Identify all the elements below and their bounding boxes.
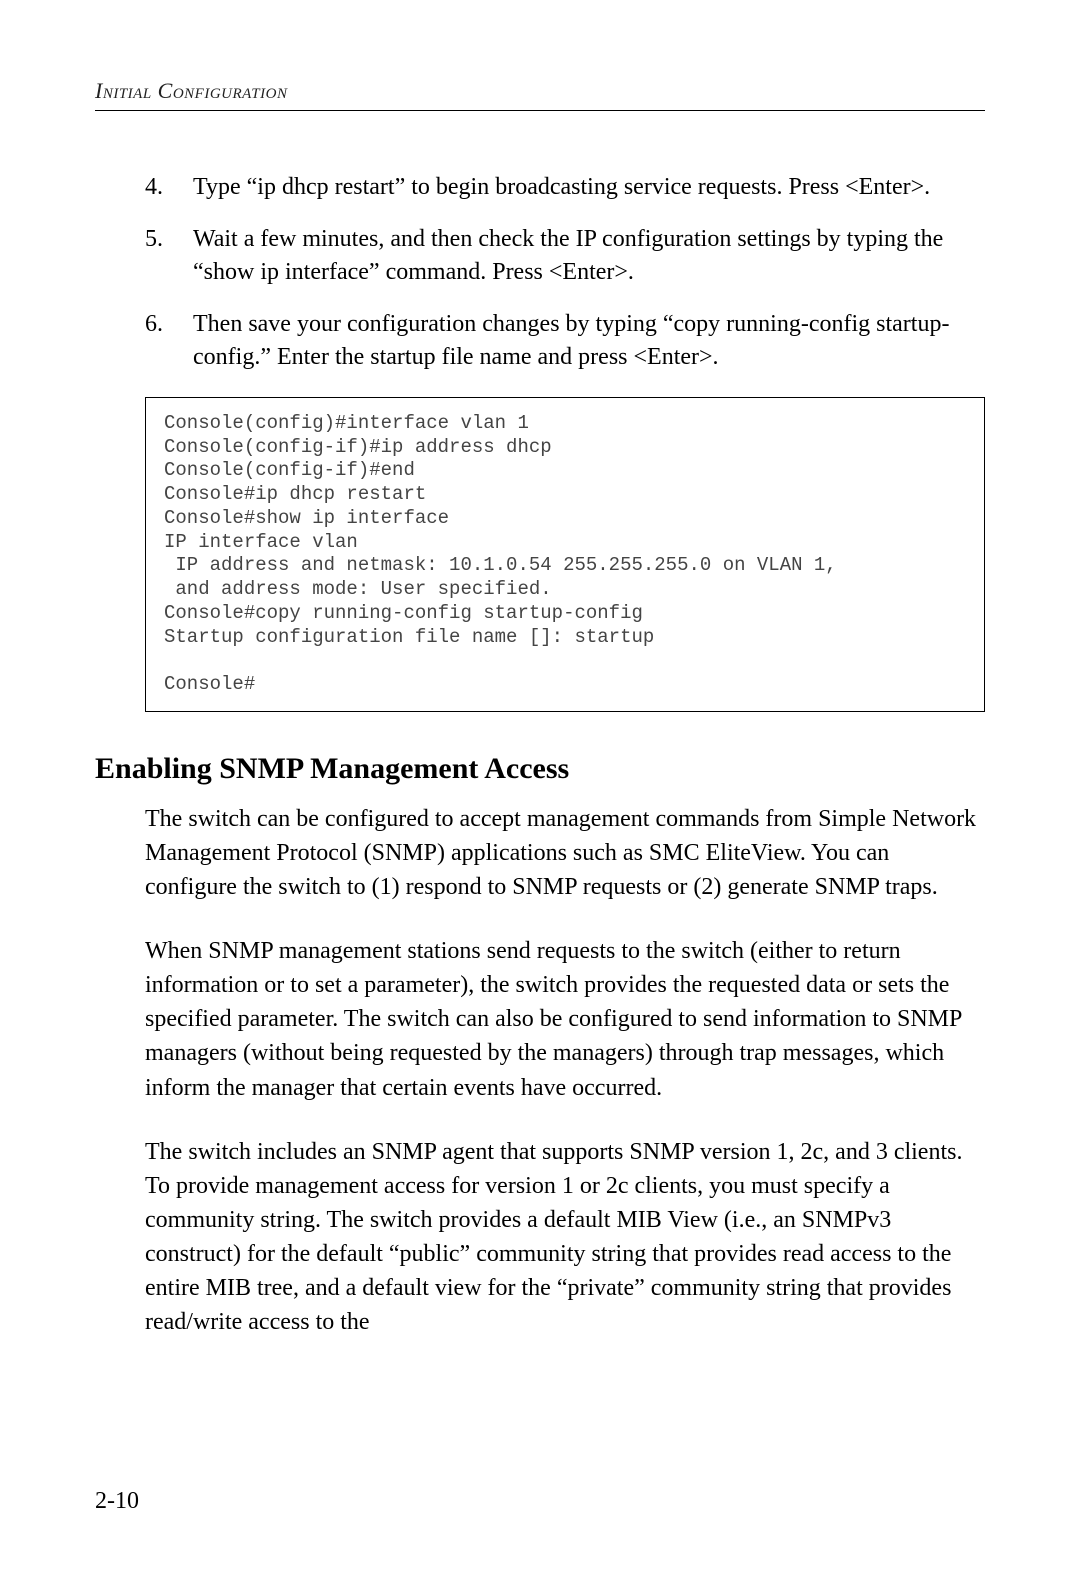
- page-number: 2-10: [95, 1488, 139, 1515]
- section-heading: Enabling SNMP Management Access: [95, 752, 985, 786]
- header-rule: [95, 110, 985, 111]
- step-item: 6. Then save your configuration changes …: [145, 308, 980, 375]
- step-number: 5.: [145, 223, 193, 290]
- body-paragraph: The switch includes an SNMP agent that s…: [145, 1135, 985, 1339]
- step-item: 4. Type “ip dhcp restart” to begin broad…: [145, 171, 980, 205]
- running-header: Initial Configuration: [95, 78, 985, 104]
- step-item: 5. Wait a few minutes, and then check th…: [145, 223, 980, 290]
- step-text: Wait a few minutes, and then check the I…: [193, 223, 980, 290]
- step-number: 6.: [145, 308, 193, 375]
- body-paragraph: When SNMP management stations send reque…: [145, 934, 985, 1104]
- body-paragraph: The switch can be configured to accept m…: [145, 802, 985, 904]
- step-number: 4.: [145, 171, 193, 205]
- console-output: Console(config)#interface vlan 1 Console…: [145, 397, 985, 712]
- step-text: Then save your configuration changes by …: [193, 308, 980, 375]
- ordered-steps: 4. Type “ip dhcp restart” to begin broad…: [145, 171, 980, 375]
- main-content: 4. Type “ip dhcp restart” to begin broad…: [95, 171, 985, 375]
- document-page: Initial Configuration 4. Type “ip dhcp r…: [0, 0, 1080, 1570]
- step-text: Type “ip dhcp restart” to begin broadcas…: [193, 171, 980, 205]
